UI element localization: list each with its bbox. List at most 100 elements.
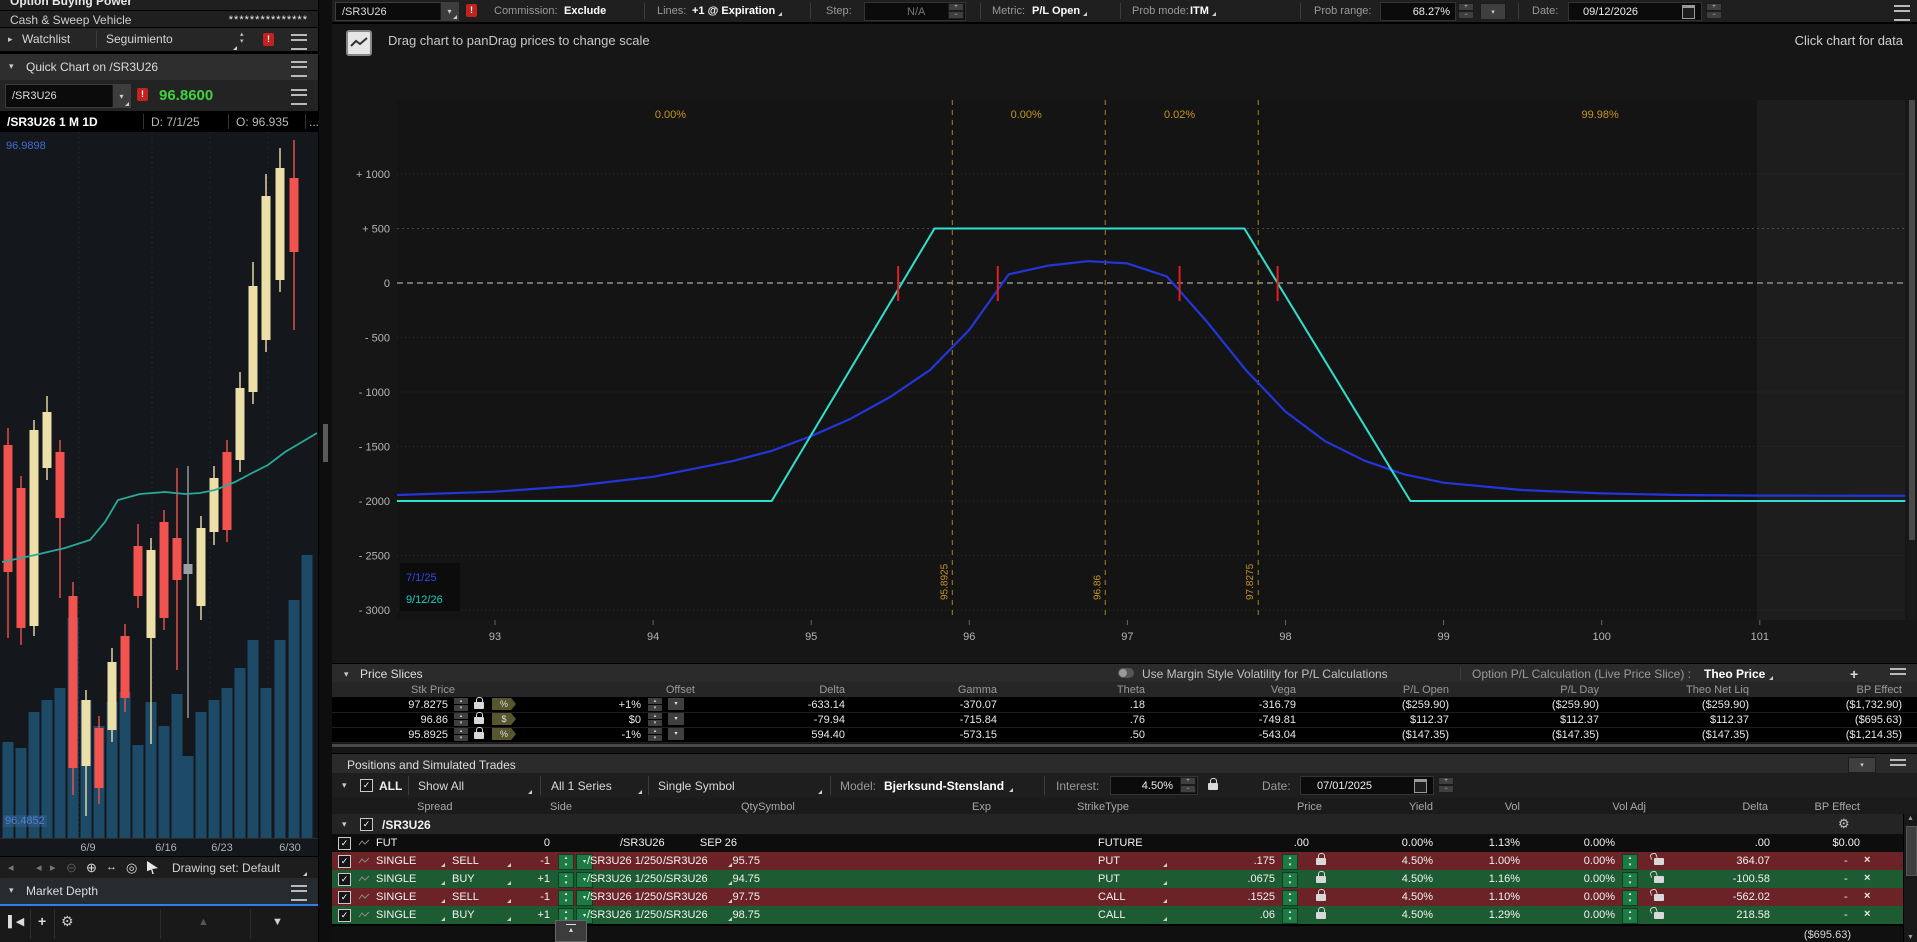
slice-offset-stepper[interactable]: ▴▾ xyxy=(648,713,662,725)
side-cell[interactable]: SELL xyxy=(452,891,512,904)
add-slice-button[interactable]: + xyxy=(1850,666,1858,682)
remove-row-button[interactable]: × xyxy=(1864,854,1870,866)
linked-symbol-cell[interactable]: /SR3U26 xyxy=(663,873,733,886)
zoom-out-icon[interactable]: ⊖ xyxy=(66,860,77,876)
voladj-cell[interactable]: 0.00% xyxy=(1584,873,1615,885)
commission-value[interactable]: Exclude xyxy=(564,5,606,17)
slice-stk-price[interactable]: 97.8275 xyxy=(408,699,448,711)
qty-cell[interactable]: -1 xyxy=(540,891,550,903)
positions-filter-icon[interactable]: ▾ xyxy=(1848,757,1876,773)
model-value[interactable]: Bjerksund-Stensland xyxy=(884,779,1014,793)
exp-strike-cell[interactable]: 97.75 xyxy=(732,891,760,903)
side-cell[interactable]: BUY xyxy=(452,909,512,922)
expand-horizontal-icon[interactable]: ↔ xyxy=(106,861,117,873)
slice-lock-icon[interactable] xyxy=(474,717,484,724)
slice-offset-value[interactable]: +1% xyxy=(619,699,641,711)
scroll-down-icon[interactable]: ▼ xyxy=(272,916,283,928)
symbol-cell[interactable]: /SR3U26 1/250... xyxy=(587,873,671,885)
qty-cell[interactable]: +1 xyxy=(537,873,550,885)
qty-stepper[interactable]: ▴▾ xyxy=(558,872,574,888)
qty-cell[interactable]: +1 xyxy=(537,909,550,921)
metric-value[interactable]: P/L Open xyxy=(1032,5,1088,17)
price-lock-icon[interactable] xyxy=(1316,876,1326,883)
divider-handle[interactable] xyxy=(323,424,328,462)
chart-mode-icon[interactable] xyxy=(346,30,372,56)
crosshair-icon[interactable]: ◎ xyxy=(126,860,137,876)
lines-value[interactable]: +1 @ Expiration xyxy=(692,5,783,17)
row-checkbox[interactable]: ✓ xyxy=(338,909,351,922)
prob-range-dropdown-icon[interactable]: ▾ xyxy=(1480,3,1506,20)
scrollbar-up-icon[interactable]: ▲ xyxy=(1907,815,1914,822)
interest-stepper[interactable]: +− xyxy=(1180,777,1196,792)
price-cell[interactable]: .0675 xyxy=(1247,873,1275,885)
linked-symbol-cell[interactable]: /SR3U26 xyxy=(663,891,733,904)
scroll-up-icon[interactable]: ▲ xyxy=(198,916,209,928)
quick-chart-collapse-icon[interactable]: ▾ xyxy=(9,61,14,72)
positions-group-row[interactable]: ▾ ✓ /SR3U26 ⚙ xyxy=(332,814,1917,835)
row-checkbox[interactable]: ✓ xyxy=(338,891,351,904)
watchlist-expand-icon[interactable]: ▸ xyxy=(8,34,13,45)
date-stepper[interactable]: +− xyxy=(1706,3,1722,19)
type-cell[interactable]: PUT xyxy=(1098,873,1168,886)
linked-symbol-cell[interactable]: /SR3U26 xyxy=(663,909,733,922)
watchlist-alert-badge[interactable]: ! xyxy=(263,33,274,46)
zoom-in-icon[interactable]: ⊕ xyxy=(86,860,97,876)
go-first-icon[interactable]: ▌◀ xyxy=(8,915,24,928)
sidebar-symbol-menu-icon[interactable] xyxy=(291,89,307,105)
interest-lock-icon[interactable] xyxy=(1208,783,1218,790)
margin-style-label[interactable]: Use Margin Style Volatility for P/L Calc… xyxy=(1142,667,1388,681)
voladj-unlock-icon[interactable] xyxy=(1654,876,1664,883)
voladj-stepper[interactable]: ▴▾ xyxy=(1622,872,1638,888)
slice-price-stepper[interactable]: ▴▾ xyxy=(454,698,468,710)
market-depth-menu-icon[interactable] xyxy=(291,885,307,901)
spread-cell[interactable]: SINGLE xyxy=(376,891,446,904)
voladj-stepper[interactable]: ▴▾ xyxy=(1622,854,1638,870)
positions-date-input[interactable]: 07/01/2025 xyxy=(1300,776,1434,795)
group-collapse-icon[interactable]: ▾ xyxy=(342,819,347,830)
symbol-cell[interactable]: /SR3U26 1/250... xyxy=(587,855,671,867)
step-left-icon[interactable]: ◂ xyxy=(36,861,42,874)
slice-offset-stepper[interactable]: ▴▾ xyxy=(648,698,662,710)
voladj-unlock-icon[interactable] xyxy=(1654,912,1664,919)
symbol-mode-selector[interactable]: Single Symbol xyxy=(658,779,823,795)
quick-chart-header[interactable]: ▾ Quick Chart on /SR3U26 xyxy=(0,53,318,81)
price-lock-icon[interactable] xyxy=(1316,894,1326,901)
voladj-cell[interactable]: 0.00% xyxy=(1584,837,1615,849)
slice-stk-price[interactable]: 96.86 xyxy=(420,714,448,726)
slice-offset-type-badge[interactable]: $ xyxy=(492,713,516,725)
slice-offset-type-badge[interactable]: % xyxy=(492,728,516,740)
add-icon[interactable]: + xyxy=(38,913,46,929)
section-resize-divider[interactable] xyxy=(332,744,1917,747)
cursor-tool-icon[interactable] xyxy=(147,861,158,874)
show-all-selector[interactable]: Show All xyxy=(418,779,533,795)
exp-strike-cell[interactable]: SEP 26 xyxy=(700,837,737,849)
linked-symbol-cell[interactable]: /SR3U26 xyxy=(663,855,733,868)
slice-offset-dropdown-icon[interactable]: ▾ xyxy=(668,728,684,740)
scroll-to-top-button[interactable]: ▴ xyxy=(555,920,587,942)
slice-lock-icon[interactable] xyxy=(474,732,484,739)
positions-calendar-icon[interactable] xyxy=(1414,779,1427,793)
gear-icon[interactable]: ⚙ xyxy=(61,913,74,930)
slice-offset-value[interactable]: $0 xyxy=(629,714,641,726)
price-lock-icon[interactable] xyxy=(1316,858,1326,865)
price-cell[interactable]: .1525 xyxy=(1247,891,1275,903)
group-checkbox[interactable]: ✓ xyxy=(360,818,373,831)
main-symbol-dropdown-icon[interactable]: ▾ xyxy=(440,3,458,20)
voladj-unlock-icon[interactable] xyxy=(1654,858,1664,865)
qty-stepper[interactable]: ▴▾ xyxy=(558,854,574,870)
symbol-cell[interactable]: /SR3U26 1/250... xyxy=(587,909,671,921)
type-cell[interactable]: CALL xyxy=(1098,909,1168,922)
drawing-set-selector[interactable]: Drawing set: Default xyxy=(172,861,308,877)
slice-price-stepper[interactable]: ▴▾ xyxy=(454,713,468,725)
price-slices-collapse-icon[interactable]: ▾ xyxy=(344,669,349,680)
positions-date-stepper[interactable]: +− xyxy=(1438,777,1454,793)
slice-offset-dropdown-icon[interactable]: ▾ xyxy=(668,698,684,710)
positions-scrollbar[interactable]: ▲ ▼ xyxy=(1903,814,1917,942)
watchlist-label[interactable]: Watchlist xyxy=(22,32,70,46)
voladj-stepper[interactable]: ▴▾ xyxy=(1622,890,1638,906)
slice-price-stepper[interactable]: ▴▾ xyxy=(454,728,468,740)
sidebar-symbol-combo[interactable]: /SR3U26 ▾ xyxy=(5,84,131,108)
qty-cell[interactable]: -1 xyxy=(540,855,550,867)
type-cell[interactable]: CALL xyxy=(1098,891,1168,904)
side-cell[interactable]: BUY xyxy=(452,873,512,886)
